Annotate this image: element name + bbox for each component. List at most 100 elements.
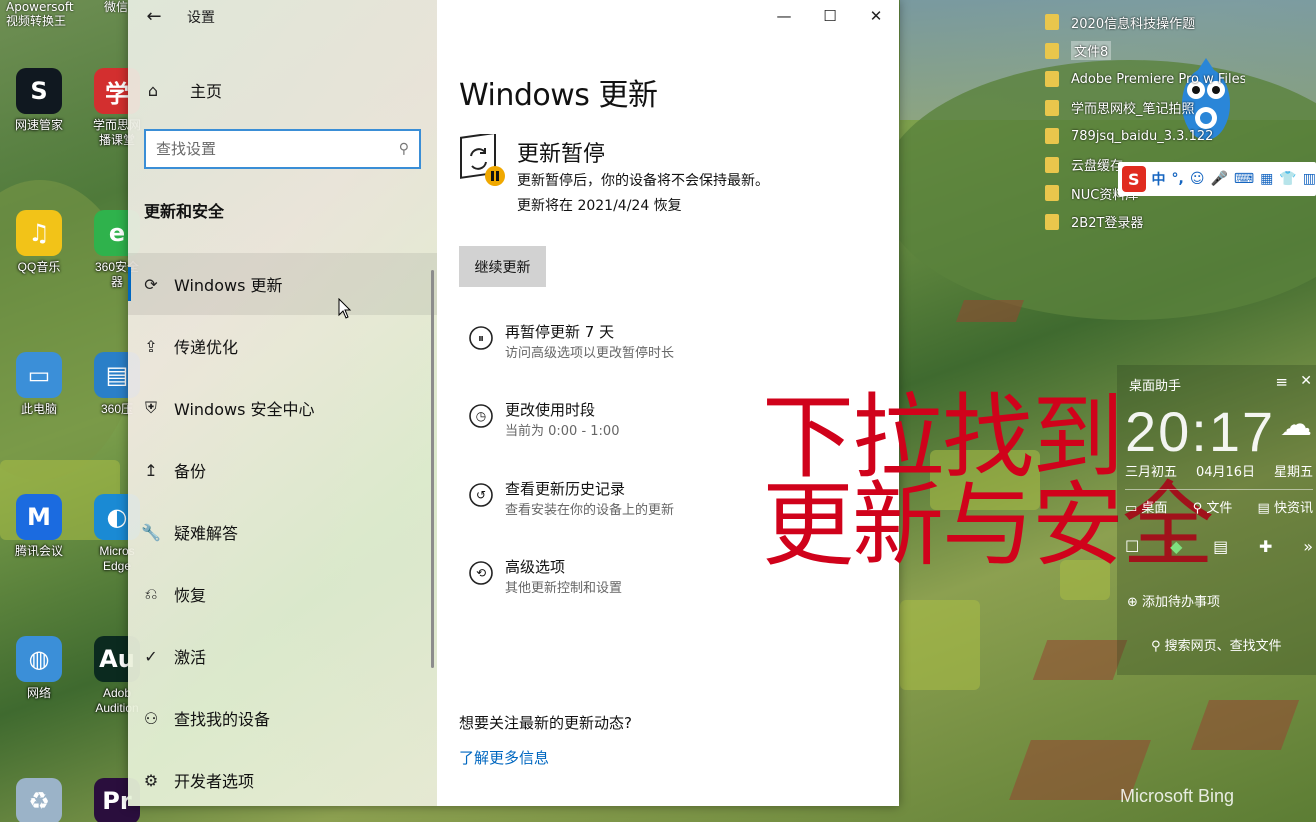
note-icon[interactable]: ▤: [1213, 537, 1228, 556]
desktop-icon[interactable]: ♫ QQ音乐: [4, 210, 74, 275]
update-option[interactable]: ⟲ 高级选项 其他更新控制和设置: [467, 557, 622, 599]
ime-button[interactable]: ▥: [1303, 171, 1316, 187]
pause-icon: ⏸: [467, 324, 495, 352]
sogou-logo-icon[interactable]: S: [1122, 166, 1146, 192]
desktop-label-wechat: 微信: [104, 0, 129, 14]
desktop-file[interactable]: 学而思网校_笔记拍照: [1045, 94, 1245, 123]
home-icon: ⌂: [147, 80, 159, 100]
sidebar-item[interactable]: ⛨ Windows 安全中心: [128, 377, 437, 439]
sidebar-item[interactable]: ⇪ 传递优化: [128, 315, 437, 377]
learn-more-link[interactable]: 了解更多信息: [459, 747, 549, 768]
menu-icon[interactable]: ≡: [1275, 373, 1288, 391]
bing-watermark: Microsoft Bing: [1120, 786, 1235, 806]
resume-updates-button[interactable]: 继续更新: [459, 246, 546, 287]
settings-search-box[interactable]: ⚲: [144, 129, 421, 169]
ime-button[interactable]: ⌨: [1234, 171, 1254, 187]
sidebar-item[interactable]: ⟳ Windows 更新: [128, 253, 437, 315]
desktop-icon[interactable]: ♻: [4, 778, 74, 822]
desktop-icon[interactable]: ◍ 网络: [4, 636, 74, 701]
sidebar-item[interactable]: ✓ 激活: [128, 625, 437, 687]
desktop-file[interactable]: 2B2T登录器: [1045, 208, 1245, 237]
add-todo-button[interactable]: ⊕ 添加待办事项: [1127, 591, 1220, 610]
widget-actions: ▭ 桌面 ⚲ 文件 ▤ 快资讯: [1125, 497, 1313, 516]
sidebar-item-label: 激活: [174, 648, 207, 667]
sidebar-item[interactable]: ⎌ 恢复: [128, 563, 437, 625]
sidebar-item-label: 恢复: [174, 586, 207, 605]
widget-date: 04月16日: [1195, 465, 1256, 480]
settings-nav-list: ⟳ Windows 更新 ⇪ 传递优化 ⛨ Windows 安全中心 ↥ 备份 🔧 疑难解答 ⎌ 恢复…: [128, 253, 437, 811]
window-controls: — ☐ ✕: [761, 0, 899, 32]
close-icon[interactable]: ✕: [1300, 373, 1312, 389]
update-option[interactable]: ⏸ 再暂停更新 7 天访问高级选项以更改暂停时长: [467, 322, 674, 364]
app-icon: S: [16, 68, 62, 114]
home-label: 主页: [190, 82, 223, 101]
app-icon: ♫: [16, 210, 62, 256]
ime-button[interactable]: 👕: [1279, 171, 1296, 187]
widget-search[interactable]: ⚲ 搜索网页、查找文件: [1151, 635, 1282, 654]
sidebar-item[interactable]: 🔧 疑难解答: [128, 501, 437, 563]
option-subtitle: 查看安装在你的设备上的更新: [505, 503, 675, 518]
sidebar-item[interactable]: ⚇ 查找我的设备: [128, 687, 437, 749]
check-circle-icon: ✓: [144, 646, 158, 666]
search-icon[interactable]: ⚲: [399, 141, 409, 157]
sidebar-item[interactable]: ↥ 备份: [128, 439, 437, 501]
update-option[interactable]: ◷ 更改使用时段 当前为 0:00 - 1:00: [467, 400, 619, 442]
home-link[interactable]: ⌂ 主页: [144, 78, 222, 102]
advanced-icon: ⟲: [467, 559, 495, 587]
puzzle-icon[interactable]: ✚: [1259, 537, 1272, 556]
leaf-icon[interactable]: ◆: [1170, 537, 1182, 556]
desktop-icon[interactable]: S 网速管家: [4, 68, 74, 133]
delivery-icon: ⇪: [144, 336, 158, 356]
widget-desktop-button[interactable]: ▭ 桌面: [1125, 497, 1167, 516]
update-option[interactable]: ↺ 查看更新历史记录 查看安装在你的设备上的更新: [467, 479, 674, 521]
widget-news-button[interactable]: ▤ 快资讯: [1258, 497, 1313, 516]
option-title: 再暂停更新 7 天: [505, 323, 615, 341]
folder-icon: [1045, 128, 1059, 145]
widget-file-button[interactable]: ⚲ 文件: [1193, 497, 1233, 516]
chevron-right-icon[interactable]: »: [1303, 537, 1313, 556]
update-paused-icon: [460, 134, 505, 186]
ime-button[interactable]: °,: [1172, 171, 1184, 187]
file-name: 云盘缓存: [1071, 159, 1124, 175]
desktop-icon[interactable]: ▭ 此电脑: [4, 352, 74, 417]
clock-icon: ◷: [467, 402, 495, 430]
desktop-file[interactable]: Adobe Premiere Pro w Files: [1045, 65, 1245, 94]
file-name: 学而思网校_笔记拍照: [1071, 102, 1195, 118]
option-subtitle: 当前为 0:00 - 1:00: [505, 424, 620, 439]
widget-icon-row: ☐ ◆ ▤ ✚ »: [1125, 537, 1313, 556]
desktop-file[interactable]: 文件8: [1045, 37, 1245, 66]
sidebar-item-label: Windows 安全中心: [174, 400, 315, 419]
widget-time: 20:17: [1125, 400, 1276, 463]
sidebar-scrollbar[interactable]: [431, 270, 434, 668]
sidebar-item-label: 开发者选项: [174, 772, 255, 791]
option-subtitle: 访问高级选项以更改暂停时长: [505, 346, 675, 361]
desktop-label-apowersoft: Apowersoft 视频转换王: [6, 0, 74, 28]
folder-icon: [1045, 99, 1059, 116]
history-icon: ↺: [467, 481, 495, 509]
sidebar-item-label: 查找我的设备: [174, 710, 271, 729]
file-name: 789jsq_baidu_3.3.122: [1071, 128, 1214, 144]
square-icon[interactable]: ☐: [1125, 537, 1139, 556]
close-icon[interactable]: ✕: [853, 0, 899, 32]
wrench-icon: 🔧: [141, 522, 161, 542]
desktop-icon[interactable]: M 腾讯会议: [4, 494, 74, 559]
sidebar-item[interactable]: ⚙ 开发者选项: [128, 749, 437, 811]
ime-button[interactable]: 🎤: [1210, 171, 1227, 187]
search-input[interactable]: [156, 140, 376, 158]
ime-button[interactable]: ▦: [1260, 171, 1273, 187]
ime-button[interactable]: ☺: [1190, 171, 1205, 187]
desktop-file[interactable]: 789jsq_baidu_3.3.122: [1045, 122, 1245, 151]
folder-icon: [1045, 213, 1059, 230]
back-arrow-icon[interactable]: ←: [142, 4, 166, 28]
minimize-icon[interactable]: —: [761, 0, 807, 32]
widget-date-row: 三月初五 04月16日 星期五: [1125, 461, 1313, 480]
desktop-icon-label: 腾讯会议: [14, 544, 63, 558]
refresh-icon: ⟳: [144, 274, 158, 294]
maximize-icon[interactable]: ☐: [807, 0, 853, 32]
desktop-file[interactable]: 2020信息科技操作题: [1045, 8, 1245, 37]
desktop-file-list: 2020信息科技操作题 文件8 Adobe Premiere Pro w Files…: [1045, 8, 1245, 236]
ime-button[interactable]: 中: [1152, 169, 1166, 189]
caption-line-1: 下拉找到: [762, 384, 1124, 491]
folder-icon: [1045, 42, 1059, 59]
folder-icon: [1045, 156, 1059, 173]
